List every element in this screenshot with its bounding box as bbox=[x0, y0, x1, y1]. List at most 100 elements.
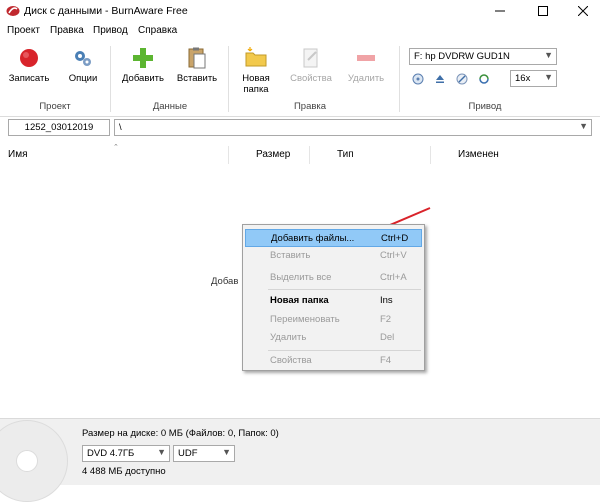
gears-icon bbox=[75, 51, 91, 66]
path-value: \ bbox=[119, 122, 122, 133]
chevron-down-icon: ▼ bbox=[544, 72, 553, 82]
options-label: Опции bbox=[68, 73, 98, 84]
ribbon-separator bbox=[399, 46, 400, 112]
context-item-label: Выделить все bbox=[270, 272, 332, 283]
properties-label: Свойства bbox=[290, 73, 332, 84]
group-label-drive: Привод bbox=[468, 101, 502, 112]
path-bar: 1252_03012019 \ ▼ bbox=[0, 118, 600, 138]
add-label: Добавить bbox=[122, 73, 164, 84]
context-item-shortcut: Ctrl+V bbox=[380, 250, 407, 261]
insert-label: Вставить bbox=[176, 73, 218, 84]
add-button[interactable]: Добавить bbox=[117, 46, 169, 92]
column-type[interactable]: Тип bbox=[337, 149, 354, 160]
disc-type-select[interactable]: DVD 4.7ГБ ▼ bbox=[82, 445, 170, 462]
column-divider[interactable] bbox=[430, 146, 431, 164]
minimize-button[interactable] bbox=[480, 0, 520, 22]
close-icon bbox=[578, 6, 588, 16]
close-button[interactable] bbox=[563, 0, 600, 22]
speed-select-value: 16x bbox=[515, 73, 531, 84]
menu-project[interactable]: Проект bbox=[7, 25, 40, 36]
eject-icon[interactable] bbox=[434, 73, 446, 85]
refresh-icon[interactable] bbox=[478, 73, 490, 85]
title-bar: Диск с данными - BurnAware Free bbox=[0, 0, 600, 22]
chevron-down-icon: ▼ bbox=[544, 50, 553, 60]
new-folder-button[interactable]: Новая папка bbox=[230, 46, 282, 95]
volume-label-input[interactable]: 1252_03012019 bbox=[8, 119, 110, 136]
column-name[interactable]: Имя bbox=[8, 149, 27, 160]
chevron-down-icon: ▼ bbox=[157, 447, 166, 457]
context-item-shortcut: Del bbox=[380, 332, 395, 343]
chevron-down-icon: ▼ bbox=[579, 121, 588, 131]
minus-icon bbox=[357, 55, 375, 61]
context-item-insert[interactable]: Вставить Ctrl+V bbox=[245, 247, 422, 265]
maximize-button[interactable] bbox=[523, 0, 563, 22]
group-label-data: Данные bbox=[152, 101, 188, 112]
volume-label-value: 1252_03012019 bbox=[24, 122, 94, 133]
menu-bar: Проект Правка Привод Справка bbox=[0, 22, 600, 40]
drive-select[interactable]: F: hp DVDRW GUD1N ▼ bbox=[409, 48, 557, 65]
new-folder-icon bbox=[245, 47, 267, 67]
file-list-header: Имя ⌃ Размер Тип Изменен bbox=[0, 144, 600, 165]
context-item-shortcut: F2 bbox=[380, 314, 392, 325]
menu-drive[interactable]: Привод bbox=[93, 25, 128, 36]
ribbon-toolbar: Записать Опции Проект Добавить Вставить … bbox=[0, 40, 600, 117]
burn-label: Записать bbox=[8, 73, 50, 84]
context-item-shortcut: Ins bbox=[380, 295, 393, 306]
insert-button[interactable]: Вставить bbox=[171, 46, 223, 92]
burnaware-flame-icon bbox=[6, 6, 20, 16]
ribbon-separator bbox=[110, 46, 111, 112]
delete-button[interactable]: Удалить bbox=[340, 46, 392, 92]
column-size[interactable]: Размер bbox=[256, 149, 290, 160]
context-item-label: Свойства bbox=[270, 355, 312, 366]
record-icon bbox=[20, 49, 38, 67]
speed-select[interactable]: 16x ▼ bbox=[510, 70, 557, 87]
group-label-edit: Правка bbox=[293, 101, 327, 112]
disc-hole bbox=[16, 450, 38, 472]
column-divider[interactable] bbox=[309, 146, 310, 164]
context-item-label: Добавить файлы... bbox=[271, 233, 355, 244]
properties-icon bbox=[303, 48, 318, 68]
column-modified[interactable]: Изменен bbox=[458, 149, 499, 160]
context-item-label: Новая папка bbox=[270, 295, 329, 306]
minimize-icon bbox=[495, 10, 505, 12]
erase-disc-icon[interactable] bbox=[456, 73, 468, 85]
sort-ascending-icon: ⌃ bbox=[113, 144, 119, 151]
context-item-properties[interactable]: Свойства F4 bbox=[245, 352, 422, 370]
context-item-add-files[interactable]: Добавить файлы... Ctrl+D bbox=[245, 229, 422, 247]
path-combo[interactable]: \ ▼ bbox=[114, 119, 592, 136]
context-item-rename[interactable]: Переименовать F2 bbox=[245, 311, 422, 329]
burn-button[interactable]: Записать bbox=[3, 46, 55, 92]
maximize-icon bbox=[538, 6, 548, 16]
context-menu-separator bbox=[268, 350, 421, 351]
chevron-down-icon: ▼ bbox=[222, 447, 231, 457]
available-space: 4 488 МБ доступно bbox=[82, 466, 166, 477]
context-menu-separator bbox=[268, 289, 421, 290]
menu-edit[interactable]: Правка bbox=[50, 25, 84, 36]
column-divider[interactable] bbox=[228, 146, 229, 164]
context-item-label: Вставить bbox=[270, 250, 311, 261]
empty-list-hint: Добав bbox=[211, 276, 239, 287]
new-folder-label: Новая папка bbox=[242, 73, 270, 95]
plus-icon bbox=[133, 48, 153, 68]
context-item-shortcut: Ctrl+D bbox=[381, 233, 409, 244]
menu-help[interactable]: Справка bbox=[138, 25, 177, 36]
properties-button[interactable]: Свойства bbox=[285, 46, 337, 92]
disc-type-value: DVD 4.7ГБ bbox=[87, 448, 135, 459]
disc-info-icon[interactable] bbox=[412, 73, 424, 85]
clipboard-icon bbox=[188, 47, 206, 69]
delete-label: Удалить bbox=[347, 73, 385, 84]
context-item-label: Переименовать bbox=[270, 314, 340, 325]
drive-select-value: F: hp DVDRW GUD1N bbox=[414, 51, 510, 62]
context-item-label: Удалить bbox=[270, 332, 307, 343]
options-button[interactable]: Опции bbox=[57, 46, 109, 92]
context-item-shortcut: F4 bbox=[380, 355, 392, 366]
disc-size-info: Размер на диске: 0 МБ (Файлов: 0, Папок:… bbox=[82, 428, 279, 439]
filesystem-value: UDF bbox=[178, 448, 198, 459]
filesystem-select[interactable]: UDF ▼ bbox=[173, 445, 235, 462]
context-menu: Добавить файлы... Ctrl+D Вставить Ctrl+V… bbox=[242, 224, 425, 371]
group-label-project: Проект bbox=[39, 101, 71, 112]
context-item-delete[interactable]: Удалить Del bbox=[245, 329, 422, 347]
window-title: Диск с данными - BurnAware Free bbox=[24, 5, 188, 17]
context-item-select-all[interactable]: Выделить все Ctrl+A bbox=[245, 269, 422, 287]
context-item-new-folder[interactable]: Новая папка Ins bbox=[245, 292, 422, 310]
